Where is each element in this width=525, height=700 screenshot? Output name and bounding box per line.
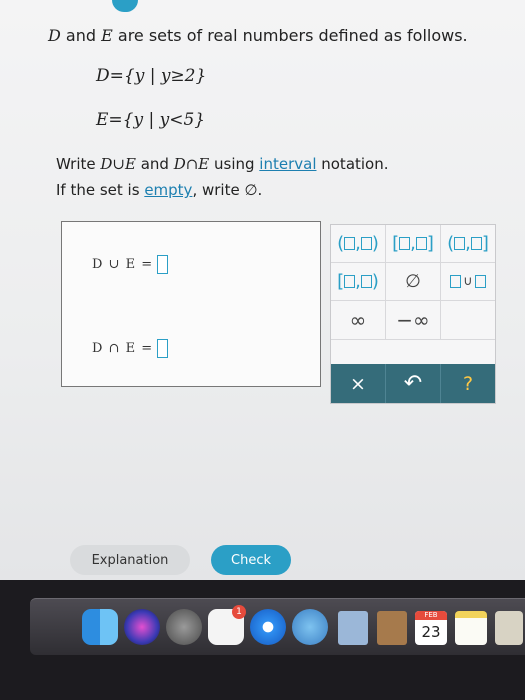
notification-badge: 1 bbox=[232, 605, 246, 619]
set-e-definition: E={y | y<5} bbox=[96, 110, 206, 130]
instruction-end: notation. bbox=[316, 155, 389, 173]
clear-icon[interactable]: × bbox=[331, 364, 386, 403]
prompt-var-e: E bbox=[101, 26, 113, 45]
empty-instruction: If the set is empty, write ∅. bbox=[56, 181, 262, 199]
intersection-answer-input[interactable] bbox=[157, 339, 169, 358]
notification-badge-count: 1 bbox=[236, 607, 242, 617]
prompt-var-d: D bbox=[48, 26, 61, 45]
explanation-button[interactable]: Explanation bbox=[70, 545, 190, 575]
problem-page: D and E are sets of real numbers defined… bbox=[0, 0, 525, 580]
macos-dock: 1 FEB 23 bbox=[30, 598, 525, 655]
empty-end: , write ∅. bbox=[192, 181, 263, 199]
keypad-action-bar: × ↶ ? bbox=[331, 364, 495, 403]
empty-set-key[interactable]: ∅ bbox=[386, 263, 441, 301]
intersection-label: D ∩ E = bbox=[92, 341, 154, 356]
mail-stamp-icon[interactable] bbox=[338, 611, 368, 645]
undo-icon[interactable]: ↶ bbox=[386, 364, 441, 403]
set-d-definition: D={y | y≥2} bbox=[96, 66, 207, 86]
interval-link[interactable]: interval bbox=[259, 155, 316, 173]
instruction-intersection: D∩E bbox=[173, 155, 210, 173]
itunes-icon[interactable] bbox=[292, 609, 328, 645]
instruction-lead: Write bbox=[56, 155, 101, 173]
notes-icon[interactable] bbox=[455, 611, 487, 645]
safari-icon[interactable] bbox=[250, 609, 286, 645]
top-tab-indicator[interactable] bbox=[112, 0, 138, 12]
check-button[interactable]: Check bbox=[211, 545, 291, 575]
calendar-month: FEB bbox=[415, 611, 447, 620]
empty-link[interactable]: empty bbox=[144, 181, 192, 199]
prompt-rest: are sets of real numbers defined as foll… bbox=[112, 26, 468, 45]
infinity-key[interactable]: ∞ bbox=[331, 301, 386, 340]
finder-icon[interactable] bbox=[82, 609, 118, 645]
calendar-icon[interactable]: FEB 23 bbox=[415, 611, 447, 645]
open-open-interval-key[interactable]: (,) bbox=[331, 225, 386, 263]
closed-open-interval-key[interactable]: [,) bbox=[331, 263, 386, 301]
empty-lead: If the set is bbox=[56, 181, 145, 199]
negative-infinity-key[interactable]: −∞ bbox=[386, 301, 441, 340]
blank-key bbox=[441, 301, 495, 340]
answer-box: D ∪ E = D ∩ E = bbox=[61, 221, 321, 387]
math-keypad: (,) [,] (,] [,) ∅ ∪ ∞ −∞ × ↶ ? bbox=[330, 224, 496, 404]
closed-closed-interval-key[interactable]: [,] bbox=[386, 225, 441, 263]
union-answer-input[interactable] bbox=[157, 255, 169, 274]
prompt-and: and bbox=[60, 26, 102, 45]
instruction-using: using bbox=[209, 155, 260, 173]
intersection-answer-row: D ∩ E = bbox=[92, 339, 169, 358]
help-icon[interactable]: ? bbox=[441, 364, 495, 403]
contacts-icon[interactable] bbox=[377, 611, 407, 645]
union-answer-row: D ∪ E = bbox=[92, 255, 169, 274]
siri-icon[interactable] bbox=[124, 609, 160, 645]
union-label: D ∪ E = bbox=[92, 257, 154, 272]
preview-icon[interactable] bbox=[495, 611, 523, 645]
instruction-line: Write D∪E and D∩E using interval notatio… bbox=[56, 155, 389, 173]
launchpad-rocket-icon[interactable] bbox=[166, 609, 202, 645]
calendar-day: 23 bbox=[421, 623, 441, 641]
open-closed-interval-key[interactable]: (,] bbox=[441, 225, 495, 263]
instruction-union: D∪E bbox=[100, 155, 136, 173]
problem-prompt: D and E are sets of real numbers defined… bbox=[48, 26, 468, 45]
instruction-mid: and bbox=[135, 155, 174, 173]
union-key[interactable]: ∪ bbox=[441, 263, 495, 301]
